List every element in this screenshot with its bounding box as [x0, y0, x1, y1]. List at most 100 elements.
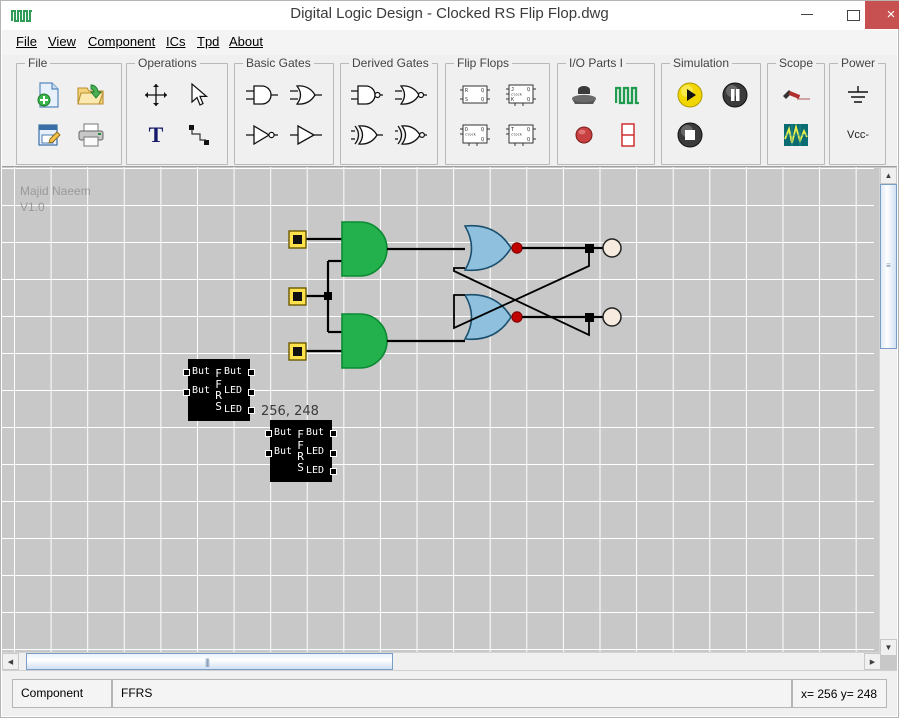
svg-text:Q: Q — [527, 137, 530, 143]
vertical-scroll-thumb[interactable]: ≡ — [880, 184, 897, 349]
ffrs-chip-1[interactable]: But But But LED LED FFRS — [183, 359, 255, 421]
menu-item-view[interactable]: View — [46, 34, 78, 51]
scroll-down-button[interactable]: ▼ — [880, 639, 897, 656]
horizontal-thumb-grip: ||| — [205, 657, 210, 667]
chip2-pin-right-1[interactable] — [330, 430, 337, 437]
menu-item-ics[interactable]: ICs — [164, 34, 188, 51]
scroll-up-button[interactable]: ▲ — [880, 167, 897, 184]
ffrs-chip-2[interactable]: But But But LED LED FFRS — [265, 420, 337, 482]
pause-simulation-button[interactable] — [715, 78, 755, 112]
toolbar-group-scope-label: Scope — [776, 56, 817, 70]
status-label-cell: Component — [12, 679, 112, 708]
xor-gate-button[interactable] — [347, 118, 387, 152]
svg-text:Q: Q — [481, 137, 484, 143]
horizontal-scrollbar[interactable]: ◀ ||| ▶ — [2, 652, 881, 670]
vcc-icon: Vcc- — [847, 129, 869, 141]
scroll-right-button[interactable]: ▶ — [864, 653, 881, 670]
menu-item-component[interactable]: Component — [86, 34, 157, 51]
vertical-scrollbar[interactable]: ▲ ≡ ▼ — [879, 167, 897, 656]
ground-button[interactable] — [838, 78, 878, 112]
chip1-pin-left-1[interactable] — [183, 369, 190, 376]
svg-text:Q: Q — [527, 127, 530, 133]
not-gate-button[interactable] — [242, 118, 282, 152]
push-button-part-button[interactable] — [564, 78, 604, 112]
and-gate-icon — [242, 78, 282, 112]
toolbar-group-power: Power Vcc- — [829, 56, 886, 165]
chip1-pin-right-3[interactable] — [248, 407, 255, 414]
new-document-icon — [29, 78, 69, 112]
toolbar-group-simulation: Simulation — [661, 56, 761, 165]
move-tool-button[interactable] — [136, 78, 176, 112]
chip2-label-right-3: LED — [306, 465, 325, 476]
save-edit-icon — [29, 118, 69, 152]
chip2-pin-right-2[interactable] — [330, 450, 337, 457]
chip2-pin-left-2[interactable] — [265, 450, 272, 457]
t-flipflop-button[interactable]: T clock Q Q — [501, 118, 541, 152]
and-gate-button[interactable] — [242, 78, 282, 112]
buffer-gate-button[interactable] — [286, 118, 326, 152]
svg-text:clock: clock — [465, 133, 477, 137]
design-canvas[interactable]: Majid Naeem V1.0 256, 248 But But But LE… — [2, 167, 897, 673]
print-button[interactable] — [71, 118, 111, 152]
svg-text:S: S — [465, 97, 468, 103]
jk-flipflop-button[interactable]: J clock K Q Q — [501, 78, 541, 112]
printer-icon — [71, 118, 111, 152]
move-cross-icon — [136, 78, 176, 112]
seven-segment-icon — [608, 118, 648, 152]
open-file-button[interactable] — [71, 78, 111, 112]
chip1-label-right-3: LED — [224, 404, 243, 415]
xor-gate-icon — [347, 118, 387, 152]
save-file-button[interactable] — [29, 118, 69, 152]
menu-view-label: View — [48, 34, 76, 49]
minimize-button[interactable] — [786, 1, 828, 29]
stop-simulation-button[interactable] — [670, 118, 710, 152]
chip1-pin-right-1[interactable] — [248, 369, 255, 376]
chip2-body-label: FFRS — [294, 428, 307, 472]
status-coordinates-cell: x= 256 y= 248 — [792, 679, 887, 708]
chevron-left-icon: ◀ — [7, 658, 14, 666]
menu-item-about[interactable]: About — [227, 34, 265, 51]
chevron-up-icon: ▲ — [884, 171, 893, 180]
chip1-pin-right-2[interactable] — [248, 389, 255, 396]
cursor-arrow-icon — [179, 78, 219, 112]
svg-text:Q: Q — [481, 127, 484, 133]
application-window: Digital Logic Design - Clocked RS Flip F… — [0, 0, 899, 718]
probe-button[interactable] — [776, 78, 816, 112]
close-button[interactable]: × — [865, 1, 899, 29]
rs-flipflop-button[interactable]: R S Q Q — [455, 78, 495, 112]
oscilloscope-button[interactable] — [776, 118, 816, 152]
select-tool-button[interactable] — [179, 78, 219, 112]
wire-tool-button[interactable] — [179, 118, 219, 152]
chip2-pin-left-1[interactable] — [265, 430, 272, 437]
status-value-cell: FFRS — [112, 679, 792, 708]
new-file-button[interactable] — [29, 78, 69, 112]
menu-ics-label: ICs — [166, 34, 186, 49]
nor-gate-icon — [391, 78, 431, 112]
xnor-gate-button[interactable] — [391, 118, 431, 152]
toolbar-group-flip-flops: Flip Flops R S Q Q J clock K Q Q D clock… — [445, 56, 550, 165]
seven-segment-button[interactable] — [608, 118, 648, 152]
rs-flipflop-icon: R S Q Q — [455, 78, 495, 112]
vcc-button[interactable]: Vcc- — [838, 118, 878, 152]
menu-item-tpd[interactable]: Tpd — [195, 34, 221, 51]
led-part-button[interactable] — [564, 118, 604, 152]
or-gate-button[interactable] — [286, 78, 326, 112]
chip2-label-left-1: But — [274, 427, 293, 438]
horizontal-scroll-thumb[interactable]: ||| — [26, 653, 393, 670]
d-flipflop-button[interactable]: D clock Q Q — [455, 118, 495, 152]
text-tool-button[interactable]: T — [136, 118, 176, 152]
toolbar-group-basic-gates: Basic Gates — [234, 56, 334, 165]
scroll-left-button[interactable]: ◀ — [2, 653, 19, 670]
chip1-pin-left-2[interactable] — [183, 389, 190, 396]
chip2-pin-right-3[interactable] — [330, 468, 337, 475]
clock-source-button[interactable] — [608, 78, 648, 112]
red-led-icon — [564, 118, 604, 152]
nor-gate-button[interactable] — [391, 78, 431, 112]
run-simulation-button[interactable] — [670, 78, 710, 112]
menu-item-file[interactable]: File — [14, 34, 39, 51]
nand-gate-button[interactable] — [347, 78, 387, 112]
pause-icon — [715, 78, 755, 112]
window-title: Digital Logic Design - Clocked RS Flip F… — [290, 5, 609, 22]
toolbar-group-derived-gates: Derived Gates — [340, 56, 438, 165]
svg-text:Q: Q — [527, 87, 530, 93]
